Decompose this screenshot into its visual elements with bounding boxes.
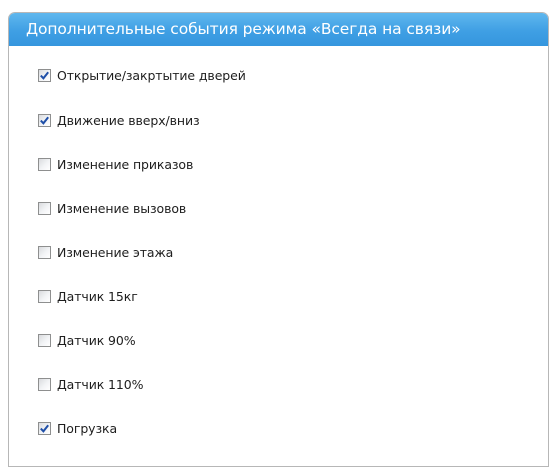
checkbox-movement[interactable] [38, 113, 51, 127]
option-loading[interactable]: Погрузка [38, 418, 117, 438]
panel-title: Дополнительные события режима «Всегда на… [9, 13, 548, 46]
option-orders[interactable]: Изменение приказов [38, 154, 193, 174]
option-label: Датчик 15кг [57, 288, 138, 304]
checkbox-orders[interactable] [38, 157, 51, 171]
option-floor[interactable]: Изменение этажа [38, 242, 173, 262]
checkbox-sensor-110[interactable] [38, 377, 51, 391]
option-calls[interactable]: Изменение вызовов [38, 198, 186, 218]
checkbox-floor[interactable] [38, 245, 51, 259]
option-movement[interactable]: Движение вверх/вниз [38, 110, 200, 130]
option-doors[interactable]: Открытие/закртытие дверей [38, 65, 246, 85]
checkmark-icon [40, 424, 49, 433]
events-panel: Дополнительные события режима «Всегда на… [8, 12, 549, 467]
checkbox-loading[interactable] [38, 421, 51, 435]
option-sensor-110[interactable]: Датчик 110% [38, 374, 143, 394]
option-label: Датчик 90% [57, 332, 136, 348]
option-label: Погрузка [57, 420, 118, 436]
option-sensor-15kg[interactable]: Датчик 15кг [38, 286, 138, 306]
option-label: Движение вверх/вниз [57, 112, 200, 128]
option-sensor-90[interactable]: Датчик 90% [38, 330, 136, 350]
option-label: Изменение вызовов [57, 200, 187, 216]
option-label: Датчик 110% [57, 376, 144, 392]
option-label: Изменение этажа [57, 244, 174, 260]
checkmark-icon [40, 71, 49, 80]
checkbox-calls[interactable] [38, 201, 51, 215]
checkbox-sensor-15kg[interactable] [38, 289, 51, 303]
checkmark-icon [40, 116, 49, 125]
option-label: Изменение приказов [57, 156, 194, 172]
checkbox-doors[interactable] [38, 68, 51, 82]
option-label: Открытие/закртытие дверей [57, 67, 246, 83]
checkbox-sensor-90[interactable] [38, 333, 51, 347]
